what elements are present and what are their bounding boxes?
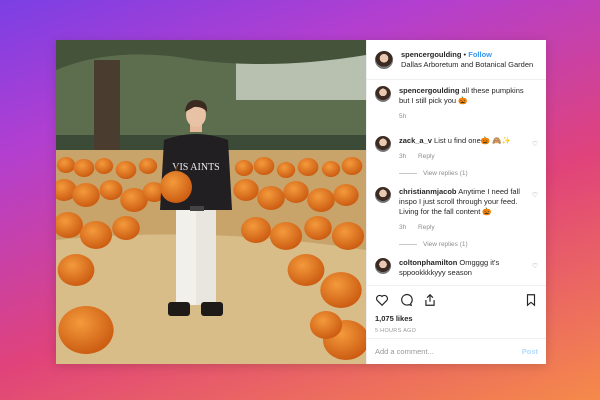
pumpkin (287, 254, 325, 286)
caption-avatar[interactable] (375, 86, 391, 102)
separator-dot: • (463, 49, 467, 59)
post-photo[interactable]: VIS AINTS (56, 40, 366, 364)
comment-username[interactable]: zack_a_v (399, 136, 432, 145)
pumpkin (241, 217, 271, 243)
pumpkin (73, 159, 95, 177)
comment-avatar[interactable] (375, 187, 391, 203)
comment-avatar[interactable] (375, 258, 391, 274)
pumpkin (283, 181, 309, 203)
pumpkin (307, 188, 335, 212)
like-heart-icon[interactable] (375, 293, 389, 307)
share-icon[interactable] (423, 293, 437, 307)
follow-button[interactable]: Follow (468, 50, 492, 59)
header-username[interactable]: spencergoulding (401, 50, 461, 59)
post-time: 5 HOURS AGO (375, 328, 417, 334)
comment-item: christianmjacob Anytime I need fall insp… (375, 187, 538, 233)
comment-text: List u find one🎃 🙈✨ (434, 136, 511, 145)
add-comment-bar: Post (367, 338, 546, 364)
comment-bubble-icon[interactable] (399, 293, 413, 307)
pumpkin (99, 180, 123, 200)
pumpkin (57, 254, 95, 286)
pumpkin (276, 162, 296, 178)
comment-like-heart-icon[interactable]: ♡ (532, 262, 538, 270)
pumpkin (297, 158, 319, 176)
pumpkin (58, 306, 114, 354)
reply-button[interactable]: Reply (418, 224, 435, 231)
pumpkin (115, 161, 137, 179)
view-replies-link[interactable]: View replies (1) (399, 170, 538, 177)
comment-avatar[interactable] (375, 136, 391, 152)
pumpkin (79, 221, 113, 249)
pumpkin (56, 157, 76, 173)
caption: spencergoulding all these pumpkins but I… (375, 86, 538, 122)
comment-like-heart-icon[interactable]: ♡ (532, 140, 538, 148)
pumpkin (269, 222, 303, 250)
post-side-panel: spencergoulding • Follow Dallas Arboretu… (366, 40, 546, 364)
comment-username[interactable]: coltonphamilton (399, 258, 457, 267)
pumpkin (331, 222, 365, 250)
pumpkin (320, 272, 362, 308)
sweater-text: VIS AINTS (172, 162, 220, 173)
pumpkin (253, 157, 275, 175)
comment-item: zack_a_v List u find one🎃 🙈✨ 3h Reply ♡ (375, 136, 538, 162)
add-comment-input[interactable] (375, 347, 522, 356)
comment-like-heart-icon[interactable]: ♡ (532, 191, 538, 199)
likes-count[interactable]: 1,075 likes (375, 314, 538, 323)
post-actions: 1,075 likes 5 HOURS AGO (367, 285, 546, 338)
pumpkin (94, 158, 114, 174)
comment-username[interactable]: christianmjacob (399, 187, 457, 196)
pumpkin (72, 183, 100, 207)
pumpkin (341, 157, 363, 175)
pumpkin (138, 158, 158, 174)
pumpkin (233, 179, 259, 201)
comment-item: coltonphamilton Omgggg it's sppookkkkyyy… (375, 258, 538, 278)
comment-time[interactable]: 3h (399, 153, 406, 160)
pumpkin (333, 184, 359, 206)
location-link[interactable]: Dallas Arboretum and Botanical Garden (401, 60, 533, 70)
caption-time[interactable]: 5h (399, 113, 406, 120)
pumpkin-patch-photo: VIS AINTS (56, 40, 366, 364)
pumpkin (321, 161, 341, 177)
caption-username[interactable]: spencergoulding (399, 86, 459, 95)
pumpkin (112, 216, 140, 240)
comments-list: spencergoulding all these pumpkins but I… (367, 80, 546, 285)
pumpkin (304, 216, 332, 240)
instagram-post-card: VIS AINTS spencergoulding • Follow Dalla… (56, 40, 546, 364)
pumpkin (234, 160, 254, 176)
avatar[interactable] (375, 50, 393, 69)
post-button[interactable]: Post (522, 347, 538, 356)
pumpkin (309, 311, 343, 339)
bookmark-icon[interactable] (524, 293, 538, 307)
pumpkin (257, 186, 285, 210)
post-header: spencergoulding • Follow Dallas Arboretu… (367, 40, 546, 80)
view-replies-link[interactable]: View replies (1) (399, 241, 538, 248)
reply-button[interactable]: Reply (418, 153, 435, 160)
comment-time[interactable]: 3h (399, 224, 406, 231)
